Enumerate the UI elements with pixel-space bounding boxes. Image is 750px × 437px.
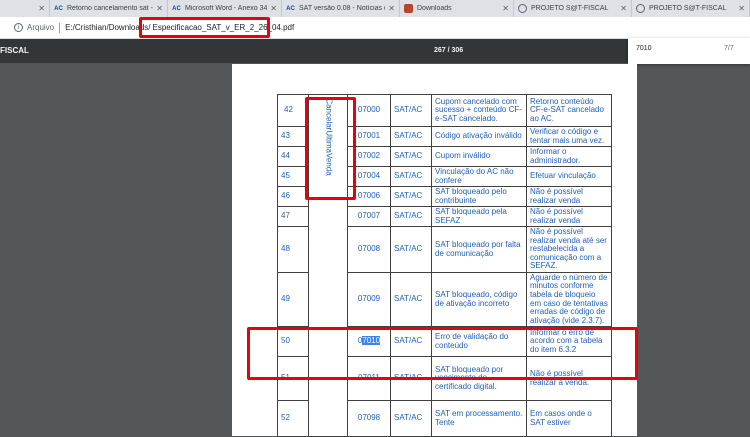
close-icon[interactable]: ✕ <box>502 4 509 13</box>
description: Cupom cancelado com sucesso + conteúdo C… <box>431 94 527 127</box>
close-icon[interactable]: ✕ <box>388 4 395 13</box>
close-icon[interactable]: ✕ <box>156 4 163 13</box>
row-number: 51 <box>277 356 309 401</box>
description: Código ativação inválido <box>431 126 527 147</box>
row-number: 43 <box>277 126 309 147</box>
return-code: 07011 <box>347 356 391 401</box>
action: Aguarde o número de minutos conforme tab… <box>526 272 612 327</box>
return-code: 07002 <box>347 146 391 167</box>
tab-strip: ✕ AC Retorno cancelamento sat - ✕ AC Mic… <box>0 0 750 17</box>
action: Em casos onde o SAT estiver <box>526 400 612 437</box>
tab-label: Microsoft Word - Anexo 34 <box>185 5 268 12</box>
source: SAT/AC <box>390 226 432 273</box>
source: SAT/AC <box>390 186 432 207</box>
source: SAT/AC <box>390 166 432 187</box>
action: Informar o administrador. <box>526 146 612 167</box>
description: SAT em processamento. Tente <box>431 400 527 437</box>
description: SAT bloqueado por vencimento do certific… <box>431 356 527 401</box>
tab-label: Retorno cancelamento sat - <box>67 5 153 12</box>
return-code: 07010 <box>347 326 391 357</box>
find-count: 7/7 <box>724 45 734 52</box>
tab-5[interactable]: PROJETO S@T-FISCAL ✕ <box>514 0 632 17</box>
source: SAT/AC <box>390 146 432 167</box>
tab-label: PROJETO S@T-FISCAL <box>649 5 727 12</box>
action: Não é possível realizar a venda. <box>526 356 612 401</box>
action: Não é possível realizar venda <box>526 186 612 207</box>
source: SAT/AC <box>390 356 432 401</box>
error-code-table: 42 CancelarUltimaVenda 07000 SAT/AC Cupo… <box>277 94 612 437</box>
close-icon[interactable]: ✕ <box>620 4 627 13</box>
globe-icon <box>518 4 527 13</box>
return-code: 07008 <box>347 226 391 273</box>
description: SAT bloqueado pela SEFAZ <box>431 206 527 227</box>
pdf-page: 42 CancelarUltimaVenda 07000 SAT/AC Cupo… <box>232 64 637 437</box>
tab-1[interactable]: AC Retorno cancelamento sat - ✕ <box>50 0 168 17</box>
row-number: 48 <box>277 226 309 273</box>
description: SAT bloqueado pelo contribuinte <box>431 186 527 207</box>
row-number: 50 <box>277 326 309 357</box>
return-code: 07098 <box>347 400 391 437</box>
tab-0[interactable]: ✕ <box>0 0 50 17</box>
row-number: 44 <box>277 146 309 167</box>
table-row: 42 CancelarUltimaVenda 07000 SAT/AC Cupo… <box>277 94 612 437</box>
description: Erro de validação do conteúdo <box>431 326 527 357</box>
close-icon[interactable]: ✕ <box>738 4 745 13</box>
return-code: 07006 <box>347 186 391 207</box>
ac-favicon-icon: AC <box>286 5 295 12</box>
description: Vinculação do AC não confere <box>431 166 527 187</box>
url-path[interactable]: E:/Cristhian/Downloads/ <box>65 23 150 32</box>
tab-label: Downloads <box>417 5 452 12</box>
find-bar: 7010 7/7 <box>628 38 750 64</box>
address-bar[interactable]: i Arquivo E:/Cristhian/Downloads/ Especi… <box>0 17 750 39</box>
action: Não é possível realizar venda <box>526 206 612 227</box>
action: Verificar o código e tentar mais uma vez… <box>526 126 612 147</box>
action: Informar o erro de acordo com a tabela d… <box>526 326 612 357</box>
return-code: 07009 <box>347 272 391 327</box>
tab-3[interactable]: AC SAT versão 0.08 - Notícias d ✕ <box>282 0 400 17</box>
row-number: 47 <box>277 206 309 227</box>
downloads-favicon-icon <box>404 4 413 13</box>
description: Cupom inválido <box>431 146 527 167</box>
source: SAT/AC <box>390 272 432 327</box>
tab-label: SAT versão 0.08 - Notícias d <box>299 5 386 12</box>
page-indicator: 267 / 306 <box>434 47 464 54</box>
document-title: FISCAL <box>0 46 29 55</box>
tab-4[interactable]: Downloads ✕ <box>400 0 514 17</box>
return-code: 07001 <box>347 126 391 147</box>
close-icon[interactable]: ✕ <box>38 4 45 13</box>
search-match-highlight: 7010 <box>362 336 381 346</box>
tab-label: PROJETO S@T-FISCAL <box>531 5 609 12</box>
action: Não é possível realizar venda até ser re… <box>526 226 612 273</box>
ac-favicon-icon: AC <box>54 5 63 12</box>
source: SAT/AC <box>390 206 432 227</box>
action: Efetuar vinculação <box>526 166 612 187</box>
row-number: 46 <box>277 186 309 207</box>
action: Retorno conteúdo CF-e-SAT cancelado ao A… <box>526 94 612 127</box>
source: SAT/AC <box>390 326 432 357</box>
source: SAT/AC <box>390 94 432 127</box>
row-number: 49 <box>277 272 309 327</box>
close-icon[interactable]: ✕ <box>270 4 277 13</box>
description: SAT bloqueado por falta de comunicação <box>431 226 527 273</box>
command-name: CancelarUltimaVenda <box>324 98 334 176</box>
globe-icon <box>636 4 645 13</box>
tab-2[interactable]: AC Microsoft Word - Anexo 34 ✕ <box>168 0 282 17</box>
return-code: 07000 <box>347 94 391 127</box>
row-number: 52 <box>277 400 309 437</box>
info-icon[interactable]: i <box>14 23 23 32</box>
tab-6[interactable]: PROJETO S@T-FISCAL ✕ <box>632 0 750 17</box>
return-code: 07004 <box>347 166 391 187</box>
find-input[interactable]: 7010 <box>636 45 652 52</box>
command-cell: CancelarUltimaVenda <box>308 94 348 437</box>
ac-favicon-icon: AC <box>172 5 181 12</box>
security-label: Arquivo <box>27 23 55 32</box>
divider <box>59 22 61 33</box>
url-filename[interactable]: Especificacao_SAT_v_ER_2_26_04.pdf <box>151 22 297 33</box>
source: SAT/AC <box>390 126 432 147</box>
row-number: 45 <box>277 166 309 187</box>
description: SAT bloqueado, código de ativação incorr… <box>431 272 527 327</box>
return-code: 07007 <box>347 206 391 227</box>
source: SAT/AC <box>390 400 432 437</box>
row-number: 42 <box>277 94 309 127</box>
